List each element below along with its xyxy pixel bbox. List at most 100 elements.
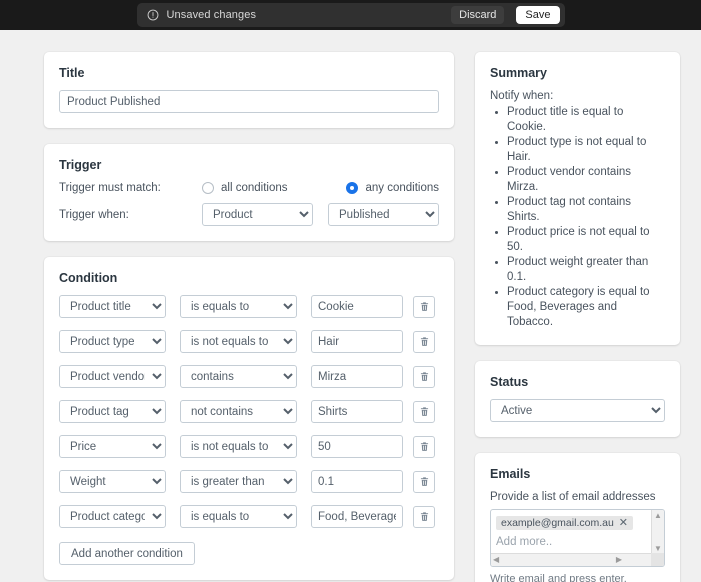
condition-operator-select[interactable]: is greater than bbox=[180, 470, 297, 493]
condition-field-select[interactable]: Product category bbox=[59, 505, 166, 528]
emails-card-heading: Emails bbox=[490, 467, 531, 481]
left-column: Title Trigger Trigger must match: all co… bbox=[44, 52, 454, 582]
condition-row: Product type is not equals to bbox=[59, 330, 439, 353]
condition-field-select[interactable]: Product tag bbox=[59, 400, 166, 423]
summary-list-item: Product weight greater than 0.1. bbox=[507, 255, 665, 285]
condition-operator-select[interactable]: is not equals to bbox=[180, 330, 297, 353]
title-input[interactable] bbox=[59, 90, 439, 113]
exclamation-circle-icon bbox=[147, 9, 158, 21]
trigger-event-select[interactable]: Published bbox=[328, 203, 439, 226]
condition-value-input[interactable] bbox=[311, 295, 403, 318]
radio-any-conditions-label: any conditions bbox=[365, 182, 440, 194]
radio-any-conditions-dot[interactable] bbox=[346, 182, 359, 194]
emails-hint: Write email and press enter. bbox=[490, 573, 627, 582]
radio-all-conditions[interactable]: all conditions bbox=[202, 182, 287, 194]
trigger-when-row: Trigger when: Product Published bbox=[59, 203, 439, 226]
condition-operator-select[interactable]: is equals to bbox=[180, 295, 297, 318]
title-card-heading: Title bbox=[59, 66, 85, 80]
delete-condition-button[interactable] bbox=[413, 505, 435, 528]
delete-condition-button[interactable] bbox=[413, 470, 435, 493]
trigger-card: Trigger Trigger must match: all conditio… bbox=[44, 144, 454, 241]
emails-tag-input[interactable]: example@gmail.com.au ✕ Add more.. ▲ ▼ ◀ … bbox=[490, 509, 665, 567]
condition-value-input[interactable] bbox=[311, 400, 403, 423]
trigger-card-heading: Trigger bbox=[59, 158, 102, 172]
delete-condition-button[interactable] bbox=[413, 365, 435, 388]
scroll-left-icon[interactable]: ◀ bbox=[493, 556, 499, 564]
summary-list-item: Product price is not equal to 50. bbox=[507, 225, 665, 255]
trash-icon bbox=[419, 441, 430, 452]
delete-condition-button[interactable] bbox=[413, 435, 435, 458]
condition-value-input[interactable] bbox=[311, 435, 403, 458]
scroll-up-icon[interactable]: ▲ bbox=[654, 512, 662, 520]
condition-value-input[interactable] bbox=[311, 330, 403, 353]
condition-card-heading: Condition bbox=[59, 271, 118, 285]
trash-icon bbox=[419, 511, 430, 522]
condition-row: Price is not equals to bbox=[59, 435, 439, 458]
page-body: Title Trigger Trigger must match: all co… bbox=[0, 30, 701, 582]
condition-operator-select[interactable]: contains bbox=[180, 365, 297, 388]
add-another-condition-button[interactable]: Add another condition bbox=[59, 542, 195, 565]
trigger-match-radio-group: all conditions any conditions bbox=[202, 182, 439, 194]
scrollbar-corner bbox=[651, 553, 664, 566]
radio-any-conditions[interactable]: any conditions bbox=[346, 182, 439, 194]
unsaved-changes-pill: Unsaved changes Discard Save bbox=[136, 3, 565, 27]
delete-condition-button[interactable] bbox=[413, 295, 435, 318]
summary-list-item: Product category is equal to Food, Bever… bbox=[507, 285, 665, 330]
condition-rows: Product title is equals to Product type is … bbox=[59, 295, 439, 528]
trigger-resource-select[interactable]: Product bbox=[202, 203, 313, 226]
summary-card-heading: Summary bbox=[490, 66, 547, 80]
condition-card: Condition Product titleis equals toProdu… bbox=[44, 257, 454, 580]
trigger-match-row: Trigger must match: all conditions any c… bbox=[59, 182, 439, 194]
condition-field-select[interactable]: Weight bbox=[59, 470, 166, 493]
save-button[interactable]: Save bbox=[516, 6, 560, 24]
summary-list-item: Product type is not equal to Hair. bbox=[507, 135, 665, 165]
right-column: Summary Notify when: Product title is eq… bbox=[475, 52, 680, 582]
summary-list: Product title is equal to Cookie.Product… bbox=[490, 105, 665, 330]
condition-row: Product category is equals to bbox=[59, 505, 439, 528]
unsaved-changes-message: Unsaved changes bbox=[166, 9, 257, 21]
emails-tag-list: example@gmail.com.au ✕ Add more.. bbox=[491, 510, 651, 548]
status-select[interactable]: Active bbox=[490, 399, 665, 422]
summary-lead: Notify when: bbox=[490, 90, 554, 102]
email-tag: example@gmail.com.au ✕ bbox=[496, 516, 634, 530]
trigger-when-label: Trigger when: bbox=[59, 208, 129, 221]
condition-field-select[interactable]: Price bbox=[59, 435, 166, 458]
condition-row: Product title is equals to bbox=[59, 295, 439, 318]
trash-icon bbox=[419, 336, 430, 347]
emails-card: Emails Provide a list of email addresses… bbox=[475, 453, 680, 582]
summary-list-item: Product title is equal to Cookie. bbox=[507, 105, 665, 135]
delete-condition-button[interactable] bbox=[413, 330, 435, 353]
close-icon[interactable]: ✕ bbox=[619, 517, 628, 529]
discard-button[interactable]: Discard bbox=[451, 6, 505, 24]
summary-list-item: Product vendor contains Mirza. bbox=[507, 165, 665, 195]
condition-value-input[interactable] bbox=[311, 470, 403, 493]
unsaved-changes-bar: Unsaved changes Discard Save bbox=[0, 0, 701, 30]
trash-icon bbox=[419, 476, 430, 487]
condition-field-select[interactable]: Product type bbox=[59, 330, 166, 353]
trigger-match-label: Trigger must match: bbox=[59, 182, 161, 194]
emails-horizontal-scrollbar[interactable]: ◀ ▶ bbox=[491, 553, 664, 566]
summary-list-item: Product tag not contains Shirts. bbox=[507, 195, 665, 225]
trash-icon bbox=[419, 406, 430, 417]
condition-operator-select[interactable]: not contains bbox=[180, 400, 297, 423]
scroll-down-icon[interactable]: ▼ bbox=[654, 545, 662, 553]
delete-condition-button[interactable] bbox=[413, 400, 435, 423]
radio-all-conditions-dot[interactable] bbox=[202, 182, 214, 194]
condition-field-select[interactable]: Product title bbox=[59, 295, 166, 318]
condition-operator-select[interactable]: is not equals to bbox=[180, 435, 297, 458]
condition-row: Product vendor contains bbox=[59, 365, 439, 388]
condition-value-input[interactable] bbox=[311, 365, 403, 388]
emails-description: Provide a list of email addresses bbox=[490, 491, 656, 503]
emails-add-more-placeholder[interactable]: Add more.. bbox=[496, 536, 646, 548]
status-card: Status Active bbox=[475, 361, 680, 437]
trash-icon bbox=[419, 371, 430, 382]
condition-value-input[interactable] bbox=[311, 505, 403, 528]
condition-field-select[interactable]: Product vendor bbox=[59, 365, 166, 388]
condition-operator-select[interactable]: is equals to bbox=[180, 505, 297, 528]
email-tag-label: example@gmail.com.au bbox=[501, 517, 614, 529]
emails-vertical-scrollbar[interactable]: ▲ ▼ bbox=[651, 510, 664, 555]
condition-row: Product tag not contains bbox=[59, 400, 439, 423]
status-card-heading: Status bbox=[490, 375, 529, 389]
scroll-right-icon[interactable]: ▶ bbox=[616, 556, 622, 564]
radio-all-conditions-label: all conditions bbox=[221, 182, 288, 194]
